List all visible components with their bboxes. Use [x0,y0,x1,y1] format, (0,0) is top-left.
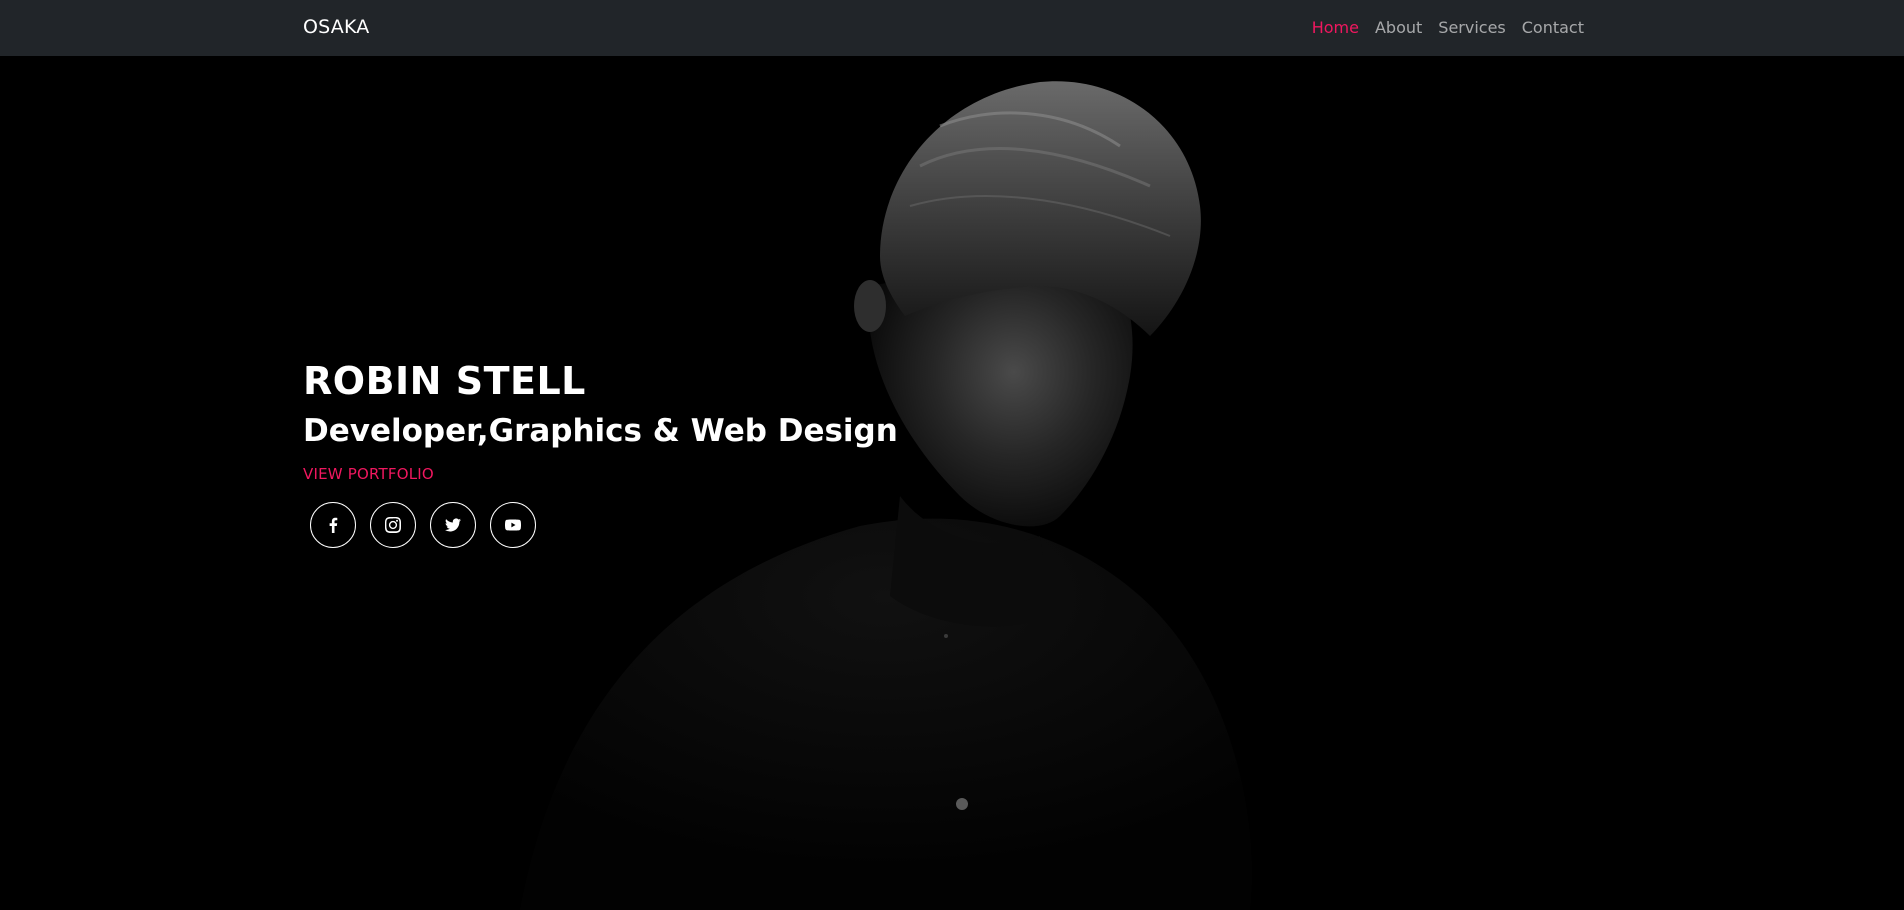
twitter-icon [445,518,461,532]
facebook-button[interactable] [310,502,356,548]
hero-tagline: Developer,Graphics & Web Design [303,413,898,449]
nav-contact-link[interactable]: Contact [1514,18,1592,37]
youtube-button[interactable] [490,502,536,548]
instagram-icon [385,517,401,533]
hero-section: ROBIN STELL Developer,Graphics & Web Des… [0,56,1904,910]
view-portfolio-link[interactable]: VIEW PORTFOLIO [303,465,434,483]
hero-portrait-image [520,81,1252,910]
nav-home-link[interactable]: Home [1304,18,1367,37]
brand-logo[interactable]: OSAKA [303,16,370,38]
top-navbar: OSAKA Home About Services Contact [0,0,1904,56]
nav-about-link[interactable]: About [1367,18,1430,37]
youtube-icon [505,519,521,531]
hero-name: ROBIN STELL [303,359,586,403]
nav-menu: Home About Services Contact [1304,18,1592,37]
social-links [310,502,536,548]
facebook-icon [329,517,338,533]
instagram-button[interactable] [370,502,416,548]
twitter-button[interactable] [430,502,476,548]
nav-services-link[interactable]: Services [1430,18,1513,37]
